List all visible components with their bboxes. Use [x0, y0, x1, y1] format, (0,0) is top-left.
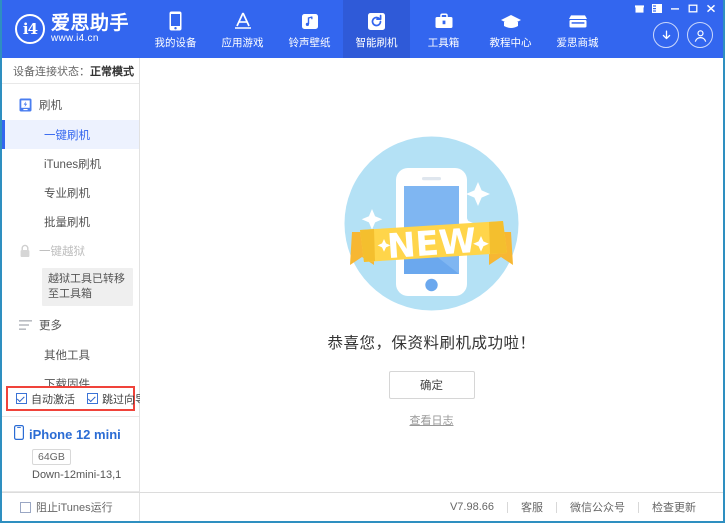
illustration-text: NEW [386, 221, 478, 267]
customer-service-link[interactable]: 客服 [508, 499, 556, 515]
jailbreak-moved-tooltip: 越狱工具已转移至工具箱 [42, 268, 133, 306]
close-icon[interactable] [703, 2, 719, 15]
flash-device-icon [18, 98, 32, 112]
nav-item-my-device[interactable]: 我的设备 [142, 0, 209, 58]
sidebar-item-batch-flash[interactable]: 批量刷机 [2, 207, 139, 236]
success-message: 恭喜您，保资料刷机成功啦！ [327, 331, 535, 353]
sidebar-item-label: 专业刷机 [44, 185, 90, 201]
sidebar-group-label: 一键越狱 [39, 243, 85, 259]
sidebar: 设备连接状态：正常模式 刷机 一键刷机 iTunes刷机 专业刷机 [2, 58, 140, 492]
block-itunes-checkbox[interactable]: 阻止iTunes运行 [20, 499, 113, 515]
new-badge-phone-illustration: NEW [344, 136, 519, 311]
sidebar-item-one-key-flash[interactable]: 一键刷机 [2, 120, 139, 149]
nav-label: 智能刷机 [356, 35, 398, 50]
nav-label: 应用游戏 [222, 35, 264, 50]
sidebar-group-label: 更多 [39, 317, 62, 333]
list-icon [18, 318, 32, 332]
minimize-icon[interactable] [667, 2, 683, 15]
brand-url: www.i4.cn [51, 34, 129, 45]
skip-wizard-checkbox[interactable]: 跳过向导 [87, 391, 146, 407]
flash-options-row: 自动激活 跳过向导 [6, 386, 135, 411]
auto-activate-checkbox[interactable]: 自动激活 [16, 391, 75, 407]
auto-activate-label: 自动激活 [31, 391, 75, 407]
device-name: iPhone 12 mini [29, 427, 121, 442]
device-identifier: Down-12mini-13,1 [32, 469, 139, 481]
nav-label: 爱思商城 [557, 35, 599, 50]
nav-label: 我的设备 [155, 35, 197, 50]
app-window: i4 爱思助手 www.i4.cn 我的设备 应用游戏 [0, 0, 725, 523]
appstore-icon [232, 9, 254, 31]
block-itunes-area: 阻止iTunes运行 [2, 493, 140, 521]
checkbox-box [16, 393, 27, 404]
sidebar-item-pro-flash[interactable]: 专业刷机 [2, 178, 139, 207]
sidebar-item-other-tools[interactable]: 其他工具 [2, 340, 139, 369]
phone-icon [169, 9, 182, 31]
wechat-official-link[interactable]: 微信公众号 [557, 499, 638, 515]
sidebar-item-label: 其他工具 [44, 347, 90, 363]
status-bar: 阻止iTunes运行 V7.98.66 客服 微信公众号 检查更新 [2, 492, 723, 521]
nav-label: 铃声壁纸 [289, 35, 331, 50]
view-log-link[interactable]: 查看日志 [410, 412, 454, 428]
check-update-link[interactable]: 检查更新 [639, 499, 709, 515]
sidebar-item-download-firmware[interactable]: 下载固件 [2, 369, 139, 386]
app-body: 设备连接状态：正常模式 刷机 一键刷机 iTunes刷机 专业刷机 [2, 58, 723, 492]
nav-label: 工具箱 [428, 35, 460, 50]
refresh-icon [367, 9, 386, 31]
nav-item-smart-flash[interactable]: 智能刷机 [343, 0, 410, 58]
brand-logo-icon: i4 [15, 14, 45, 44]
main-content: NEW 恭喜您，保资料刷机成功啦！ 确定 查看日志 [140, 58, 723, 492]
nav-item-apps-games[interactable]: 应用游戏 [209, 0, 276, 58]
main-navigation: 我的设备 应用游戏 铃声壁纸 智能刷机 [142, 0, 611, 58]
nav-item-ringtone-wallpaper[interactable]: 铃声壁纸 [276, 0, 343, 58]
sidebar-item-label: iTunes刷机 [44, 156, 101, 172]
toolbox-icon [434, 9, 454, 31]
checkbox-box [87, 393, 98, 404]
sidebar-group-jailbreak: 一键越狱 [2, 236, 139, 266]
sidebar-menu: 刷机 一键刷机 iTunes刷机 专业刷机 批量刷机 [2, 84, 139, 386]
shop-icon [567, 9, 589, 31]
sidebar-item-itunes-flash[interactable]: iTunes刷机 [2, 149, 139, 178]
menu-icon[interactable] [649, 2, 665, 15]
download-icon[interactable] [653, 22, 679, 48]
connection-status-label: 设备连接状态： [13, 63, 90, 79]
version-label: V7.98.66 [437, 501, 507, 513]
nav-item-tutorial-center[interactable]: 教程中心 [477, 0, 544, 58]
nav-label: 教程中心 [490, 35, 532, 50]
gift-icon[interactable] [631, 2, 647, 15]
header-actions [653, 22, 713, 48]
brand-name: 爱思助手 [51, 14, 129, 34]
connected-device-card[interactable]: iPhone 12 mini 64GB Down-12mini-13,1 [2, 416, 139, 492]
sidebar-group-flash[interactable]: 刷机 [2, 90, 139, 120]
brand-text: 爱思助手 www.i4.cn [51, 14, 129, 44]
lock-icon [18, 244, 32, 258]
music-icon [301, 9, 319, 31]
connection-status: 设备连接状态：正常模式 [2, 58, 139, 84]
connection-status-value: 正常模式 [90, 63, 134, 79]
sidebar-item-label: 下载固件 [44, 376, 90, 387]
maximize-icon[interactable] [685, 2, 701, 15]
block-itunes-label: 阻止iTunes运行 [36, 499, 113, 515]
sidebar-item-label: 批量刷机 [44, 214, 90, 230]
sidebar-item-label: 一键刷机 [44, 127, 90, 143]
sidebar-group-more[interactable]: 更多 [2, 310, 139, 340]
checkbox-box [20, 502, 31, 513]
graduation-cap-icon [500, 9, 522, 31]
status-bar-links: V7.98.66 客服 微信公众号 检查更新 [140, 493, 723, 521]
app-logo[interactable]: i4 爱思助手 www.i4.cn [2, 14, 142, 44]
device-title: iPhone 12 mini [14, 425, 139, 443]
window-controls [631, 2, 719, 15]
phone-icon [14, 425, 24, 443]
sidebar-group-label: 刷机 [39, 97, 62, 113]
device-capacity-badge: 64GB [32, 449, 71, 465]
account-icon[interactable] [687, 22, 713, 48]
nav-item-toolbox[interactable]: 工具箱 [410, 0, 477, 58]
confirm-button[interactable]: 确定 [389, 371, 475, 399]
nav-item-store[interactable]: 爱思商城 [544, 0, 611, 58]
app-header: i4 爱思助手 www.i4.cn 我的设备 应用游戏 [2, 0, 723, 58]
